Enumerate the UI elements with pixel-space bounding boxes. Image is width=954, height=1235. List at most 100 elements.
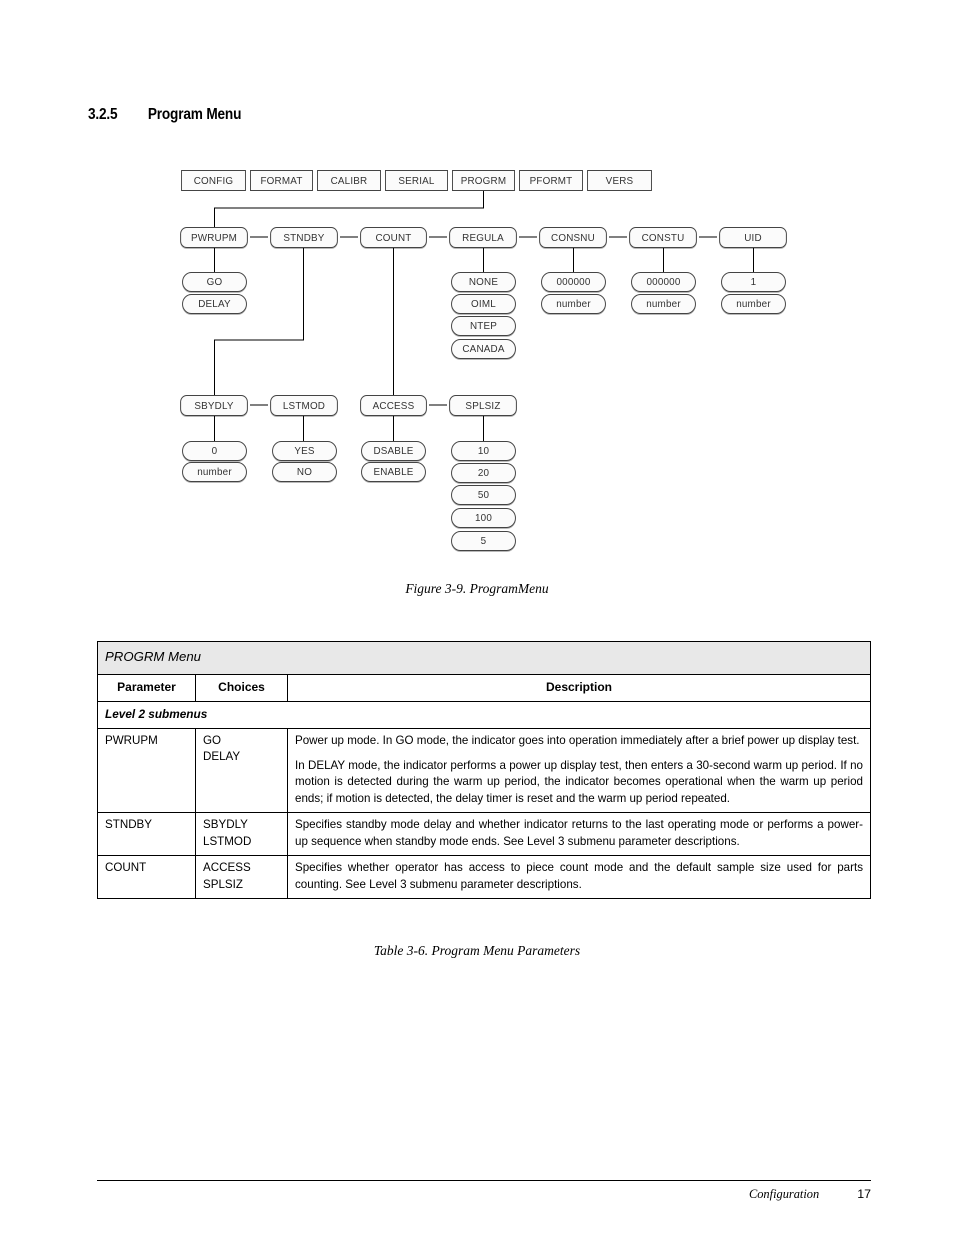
choice-item: LSTMOD xyxy=(203,834,252,848)
option-node-splsiz-5[interactable]: 5 xyxy=(451,531,516,551)
submenu-node-pwrupm[interactable]: PWRUPM xyxy=(180,227,248,248)
option-node-enable[interactable]: ENABLE xyxy=(361,462,426,482)
option-node-label: number xyxy=(197,466,232,478)
option-node-label: 20 xyxy=(477,467,490,479)
submenu-node-regula[interactable]: REGULA xyxy=(449,227,517,248)
menu-node-vers[interactable]: VERS xyxy=(587,170,652,191)
column-header-parameter: Parameter xyxy=(97,673,196,702)
row-choices: ACCESS SPLSIZ xyxy=(195,855,288,900)
option-node-splsiz-100[interactable]: 100 xyxy=(451,508,516,528)
row-parameter: COUNT xyxy=(97,855,196,900)
option-node-consnu-number[interactable]: number xyxy=(541,294,606,314)
choice-item: GO xyxy=(203,733,222,747)
menu-node-label: SERIAL xyxy=(398,174,435,187)
submenu-node-consnu[interactable]: CONSNU xyxy=(539,227,607,248)
option-node-label: 100 xyxy=(474,512,493,524)
choice-item: ACCESS xyxy=(203,861,251,875)
submenu-node-label: LSTMOD xyxy=(282,399,326,412)
option-node-label: 0 xyxy=(211,445,218,457)
option-node-label: OIML xyxy=(471,298,496,310)
option-node-constu-value[interactable]: 000000 xyxy=(631,272,696,292)
row-parameter: STNDBY xyxy=(97,812,196,857)
option-node-label: number xyxy=(556,298,591,310)
row-choices: SBYDLY LSTMOD xyxy=(195,812,288,857)
menu-node-serial[interactable]: SERIAL xyxy=(385,170,448,191)
table-subheading-row: Level 2 submenus xyxy=(97,700,871,729)
choice-item: SPLSIZ xyxy=(203,877,243,891)
menu-node-pformt[interactable]: PFORMT xyxy=(519,170,583,191)
submenu-node-splsiz[interactable]: SPLSIZ xyxy=(449,395,517,416)
row-description: Specifies standby mode delay and whether… xyxy=(287,812,871,857)
option-node-constu-number[interactable]: number xyxy=(631,294,696,314)
menu-node-label: FORMAT xyxy=(260,174,303,187)
menu-node-label: CALIBR xyxy=(330,174,368,187)
program-menu-parameter-table: PROGRM Menu Parameter Choices Descriptio… xyxy=(97,641,871,900)
submenu-node-count[interactable]: COUNT xyxy=(360,227,427,248)
row-description: Power up mode. In GO mode, the indicator… xyxy=(287,727,871,814)
column-header-description: Description xyxy=(287,673,871,702)
submenu-node-label: PWRUPM xyxy=(190,231,238,244)
table-title-row: PROGRM Menu xyxy=(97,641,871,675)
submenu-node-label: CONSTU xyxy=(641,231,685,244)
option-node-go[interactable]: GO xyxy=(182,272,247,292)
table-row: COUNT ACCESS SPLSIZ Specifies whether op… xyxy=(97,855,871,900)
option-node-no[interactable]: NO xyxy=(272,462,337,482)
footer-page-number: 17 xyxy=(857,1187,871,1201)
submenu-node-access[interactable]: ACCESS xyxy=(360,395,427,416)
table-caption: Table 3-6. Program Menu Parameters xyxy=(373,943,581,958)
menu-node-progrm[interactable]: PROGRM xyxy=(452,170,515,191)
option-node-label: DELAY xyxy=(198,298,231,310)
table-subheading: Level 2 submenus xyxy=(97,700,871,729)
footer-divider xyxy=(97,1180,871,1181)
description-paragraph: Specifies whether operator has access to… xyxy=(295,861,863,891)
menu-node-label: PROGRM xyxy=(460,174,507,187)
option-node-sbydly-number[interactable]: number xyxy=(182,462,247,482)
option-node-label: number xyxy=(736,298,771,310)
submenu-node-sbydly[interactable]: SBYDLY xyxy=(180,395,248,416)
option-node-sbydly-value[interactable]: 0 xyxy=(182,441,247,461)
menu-node-config[interactable]: CONFIG xyxy=(181,170,246,191)
option-node-label: 000000 xyxy=(556,276,591,288)
option-node-delay[interactable]: DELAY xyxy=(182,294,247,314)
option-node-consnu-value[interactable]: 000000 xyxy=(541,272,606,292)
option-node-uid-number[interactable]: number xyxy=(721,294,786,314)
footer-chapter-label: Configuration xyxy=(748,1187,820,1201)
option-node-label: 10 xyxy=(477,445,490,457)
option-node-label: 000000 xyxy=(646,276,681,288)
submenu-node-label: SBYDLY xyxy=(194,399,234,412)
submenu-node-label: COUNT xyxy=(375,231,412,244)
option-node-label: number xyxy=(646,298,681,310)
submenu-node-label: ACCESS xyxy=(372,399,415,412)
submenu-node-stndby[interactable]: STNDBY xyxy=(270,227,338,248)
option-node-dsable[interactable]: DSABLE xyxy=(361,441,426,461)
option-node-splsiz-50[interactable]: 50 xyxy=(451,485,516,505)
option-node-label: CANADA xyxy=(462,343,505,355)
submenu-node-uid[interactable]: UID xyxy=(719,227,787,248)
page-footer: Configuration 17 xyxy=(97,1187,871,1202)
option-node-splsiz-10[interactable]: 10 xyxy=(451,441,516,461)
option-node-yes[interactable]: YES xyxy=(272,441,337,461)
option-node-oiml[interactable]: OIML xyxy=(451,294,516,314)
option-node-ntep[interactable]: NTEP xyxy=(451,316,516,336)
option-node-canada[interactable]: CANADA xyxy=(451,339,516,359)
option-node-label: 1 xyxy=(750,276,757,288)
option-node-label: GO xyxy=(206,276,223,288)
submenu-node-label: REGULA xyxy=(462,231,504,244)
option-node-none[interactable]: NONE xyxy=(451,272,516,292)
table-header-row: Parameter Choices Description xyxy=(97,673,871,702)
option-node-label: NONE xyxy=(468,276,499,288)
figure-caption: Figure 3-9. ProgramMenu xyxy=(405,581,549,596)
menu-node-label: PFORMT xyxy=(529,174,573,187)
submenu-node-label: CONSNU xyxy=(551,231,595,244)
menu-node-calibr[interactable]: CALIBR xyxy=(317,170,381,191)
submenu-node-lstmod[interactable]: LSTMOD xyxy=(270,395,338,416)
program-menu-flow-diagram: CONFIG FORMAT CALIBR SERIAL PROGRM PFORM… xyxy=(0,0,954,600)
description-paragraph: Power up mode. In GO mode, the indicator… xyxy=(295,733,860,747)
submenu-node-constu[interactable]: CONSTU xyxy=(629,227,697,248)
option-node-label: 50 xyxy=(477,489,490,501)
option-node-uid-value[interactable]: 1 xyxy=(721,272,786,292)
menu-node-format[interactable]: FORMAT xyxy=(250,170,313,191)
description-paragraph: In DELAY mode, the indicator performs a … xyxy=(295,758,863,805)
option-node-splsiz-20[interactable]: 20 xyxy=(451,463,516,483)
description-paragraph: Specifies standby mode delay and whether… xyxy=(295,818,863,848)
